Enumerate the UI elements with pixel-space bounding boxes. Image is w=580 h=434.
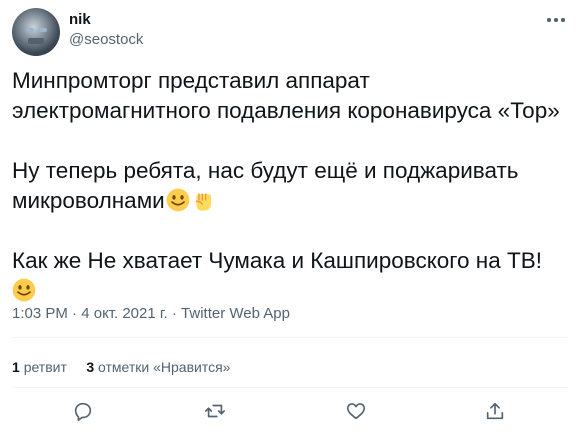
heart-icon[interactable] (345, 400, 367, 422)
tweet-metadata: 1:03 PM · 4 окт. 2021 г. · Twitter Web A… (12, 305, 290, 322)
retweets-stat[interactable]: 1 ретвит (12, 359, 67, 375)
tweet-paragraph-1: Минпромторг представил аппарат электрома… (12, 68, 560, 123)
smiling-face-emoji-icon (12, 278, 36, 302)
like-label: отметки «Нравится» (98, 359, 231, 375)
retweet-icon[interactable] (204, 400, 226, 422)
avatar[interactable] (12, 8, 60, 56)
share-icon[interactable] (484, 400, 506, 422)
like-count: 3 (86, 359, 95, 375)
reply-icon[interactable] (72, 400, 94, 422)
tweet-date[interactable]: 4 окт. 2021 г. (81, 305, 167, 322)
tweet-paragraph-3: Как же Не хватает Чумака и Кашпировского… (12, 248, 542, 273)
author-name[interactable]: nik (69, 10, 91, 30)
retweet-count: 1 (12, 359, 20, 375)
divider (12, 387, 568, 388)
smiling-face-emoji-icon (166, 188, 190, 212)
more-icon[interactable] (546, 14, 566, 26)
tweet-source[interactable]: Twitter Web App (181, 305, 290, 322)
raised-fist-emoji-icon (195, 193, 211, 211)
tweet-text: Минпромторг представил аппарат электрома… (12, 66, 572, 306)
retweet-label: ретвит (23, 359, 67, 375)
tweet-paragraph-2: Ну теперь ребята, нас будут ещё и поджар… (12, 158, 519, 213)
author-handle[interactable]: @seostock (69, 30, 143, 50)
engagement-stats: 1 ретвит 3 отметки «Нравится» (12, 357, 230, 377)
divider (12, 337, 568, 338)
tweet-time[interactable]: 1:03 PM (12, 305, 68, 322)
likes-stat[interactable]: 3 отметки «Нравится» (86, 359, 230, 375)
